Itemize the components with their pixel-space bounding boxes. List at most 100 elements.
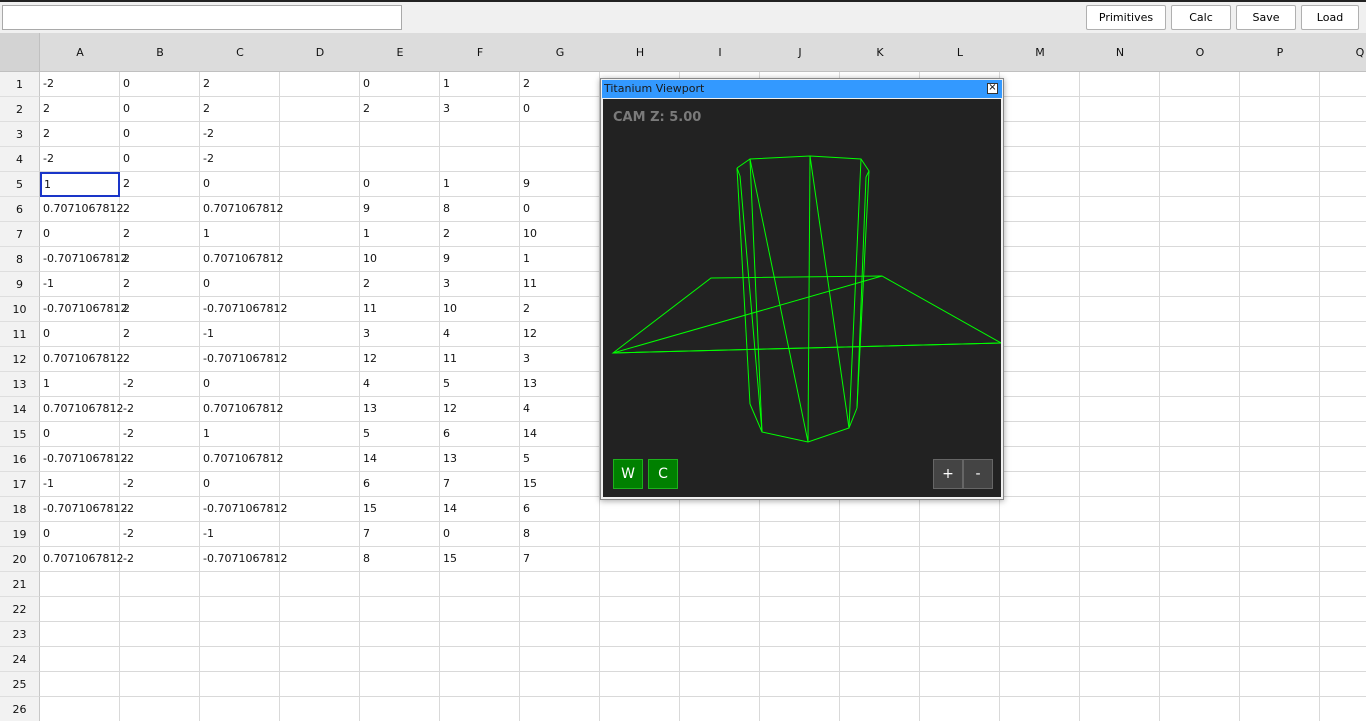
cell-g10[interactable]: 2 [520, 297, 600, 322]
cell-p23[interactable] [1240, 622, 1320, 647]
cell-o14[interactable] [1160, 397, 1240, 422]
cell-p21[interactable] [1240, 572, 1320, 597]
cell-f11[interactable]: 4 [440, 322, 520, 347]
cell-q18[interactable] [1320, 497, 1366, 522]
cell-g6[interactable]: 0 [520, 197, 600, 222]
cell-f17[interactable]: 7 [440, 472, 520, 497]
cell-q14[interactable] [1320, 397, 1366, 422]
cell-o9[interactable] [1160, 272, 1240, 297]
cell-h25[interactable] [600, 672, 680, 697]
cell-l24[interactable] [920, 647, 1000, 672]
cell-b18[interactable]: -2 [120, 497, 200, 522]
cell-q24[interactable] [1320, 647, 1366, 672]
cell-m18[interactable] [1000, 497, 1080, 522]
cell-b2[interactable]: 0 [120, 97, 200, 122]
cell-p15[interactable] [1240, 422, 1320, 447]
cell-b8[interactable]: 2 [120, 247, 200, 272]
cell-p6[interactable] [1240, 197, 1320, 222]
cell-n21[interactable] [1080, 572, 1160, 597]
column-header[interactable]: L [920, 33, 1000, 72]
cell-o6[interactable] [1160, 197, 1240, 222]
row-header[interactable]: 4 [0, 147, 40, 172]
cell-m15[interactable] [1000, 422, 1080, 447]
cell-d5[interactable] [280, 172, 360, 197]
cell-q1[interactable] [1320, 72, 1366, 97]
cell-q11[interactable] [1320, 322, 1366, 347]
cell-g9[interactable]: 11 [520, 272, 600, 297]
cell-f19[interactable]: 0 [440, 522, 520, 547]
cell-p16[interactable] [1240, 447, 1320, 472]
cell-m26[interactable] [1000, 697, 1080, 721]
cell-m23[interactable] [1000, 622, 1080, 647]
cell-f8[interactable]: 9 [440, 247, 520, 272]
cell-a1[interactable]: -2 [40, 72, 120, 97]
cell-e19[interactable]: 7 [360, 522, 440, 547]
cell-b23[interactable] [120, 622, 200, 647]
cell-o1[interactable] [1160, 72, 1240, 97]
cell-b19[interactable]: -2 [120, 522, 200, 547]
cell-k24[interactable] [840, 647, 920, 672]
cell-q12[interactable] [1320, 347, 1366, 372]
load-button[interactable]: Load [1301, 5, 1359, 30]
cell-o3[interactable] [1160, 122, 1240, 147]
cell-e11[interactable]: 3 [360, 322, 440, 347]
cell-b21[interactable] [120, 572, 200, 597]
cell-g13[interactable]: 13 [520, 372, 600, 397]
cell-a9[interactable]: -1 [40, 272, 120, 297]
cell-h21[interactable] [600, 572, 680, 597]
cell-e15[interactable]: 5 [360, 422, 440, 447]
cell-p11[interactable] [1240, 322, 1320, 347]
cell-a24[interactable] [40, 647, 120, 672]
cell-o4[interactable] [1160, 147, 1240, 172]
column-header[interactable]: P [1240, 33, 1320, 72]
cell-f24[interactable] [440, 647, 520, 672]
cell-c20[interactable]: -0.7071067812 [200, 547, 287, 572]
cell-m1[interactable] [1000, 72, 1080, 97]
cell-e16[interactable]: 14 [360, 447, 440, 472]
cell-q22[interactable] [1320, 597, 1366, 622]
cell-n20[interactable] [1080, 547, 1160, 572]
column-header[interactable]: I [680, 33, 760, 72]
cell-b16[interactable]: -2 [120, 447, 200, 472]
cell-b20[interactable]: -2 [120, 547, 200, 572]
cell-a11[interactable]: 0 [40, 322, 120, 347]
cell-c23[interactable] [200, 622, 280, 647]
cell-d4[interactable] [280, 147, 360, 172]
cell-a21[interactable] [40, 572, 120, 597]
cell-o11[interactable] [1160, 322, 1240, 347]
row-header[interactable]: 10 [0, 297, 40, 322]
cell-l25[interactable] [920, 672, 1000, 697]
cell-d10[interactable] [280, 297, 360, 322]
column-header[interactable]: Q [1320, 33, 1366, 72]
cell-f2[interactable]: 3 [440, 97, 520, 122]
cell-p10[interactable] [1240, 297, 1320, 322]
cell-q26[interactable] [1320, 697, 1366, 721]
cell-k26[interactable] [840, 697, 920, 721]
cell-n6[interactable] [1080, 197, 1160, 222]
column-header[interactable]: F [440, 33, 520, 72]
cell-e22[interactable] [360, 597, 440, 622]
cell-k18[interactable] [840, 497, 920, 522]
cell-j25[interactable] [760, 672, 840, 697]
cell-g15[interactable]: 14 [520, 422, 600, 447]
cell-n4[interactable] [1080, 147, 1160, 172]
cell-m19[interactable] [1000, 522, 1080, 547]
cell-d25[interactable] [280, 672, 360, 697]
cell-n23[interactable] [1080, 622, 1160, 647]
column-header[interactable]: O [1160, 33, 1240, 72]
cell-f13[interactable]: 5 [440, 372, 520, 397]
cell-m2[interactable] [1000, 97, 1080, 122]
cell-n24[interactable] [1080, 647, 1160, 672]
save-button[interactable]: Save [1236, 5, 1296, 30]
cell-f18[interactable]: 14 [440, 497, 520, 522]
cell-f16[interactable]: 13 [440, 447, 520, 472]
cell-b6[interactable]: 2 [120, 197, 200, 222]
cell-d6[interactable] [280, 197, 360, 222]
cell-e14[interactable]: 13 [360, 397, 440, 422]
cell-d24[interactable] [280, 647, 360, 672]
zoom-out-button[interactable]: - [963, 459, 993, 489]
cell-f1[interactable]: 1 [440, 72, 520, 97]
row-header[interactable]: 3 [0, 122, 40, 147]
cell-q3[interactable] [1320, 122, 1366, 147]
cell-d20[interactable] [280, 547, 360, 572]
